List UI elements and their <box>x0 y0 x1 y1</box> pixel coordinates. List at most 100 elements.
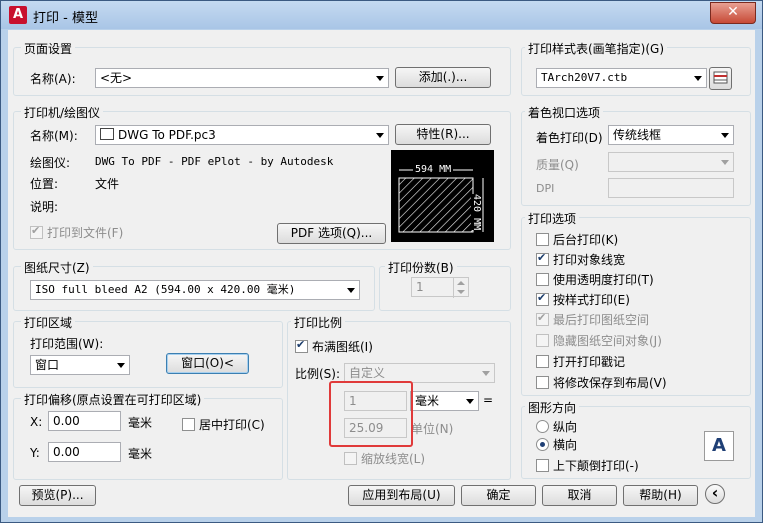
checkbox-box <box>536 311 549 326</box>
checkbox-box <box>536 355 549 368</box>
paper-height-label: 420 MM <box>471 194 482 231</box>
plot-scale-title: 打印比例 <box>291 314 346 331</box>
paper-size-value: ISO full bleed A2 (594.00 x 420.00 毫米) <box>35 283 296 296</box>
scale-select[interactable]: 自定义 <box>344 363 495 383</box>
radio-dot <box>536 420 549 433</box>
collapse-dialog-icon[interactable]: ‹ <box>705 484 725 504</box>
orientation-title: 图形方向 <box>525 399 580 416</box>
plot-style-value: TArch20V7.ctb <box>541 71 628 84</box>
checkbox-box <box>536 459 549 472</box>
fit-to-paper-checkbox[interactable]: 布满图纸(I) <box>295 338 373 355</box>
landscape-radio[interactable]: 横向 <box>536 436 577 453</box>
checkbox-box <box>295 338 308 353</box>
page-setup-name-label: 名称(A): <box>30 72 76 86</box>
portrait-label: 纵向 <box>553 420 578 434</box>
plotter-properties-button[interactable]: 特性(R)... <box>395 124 491 145</box>
pdf-options-button[interactable]: PDF 选项(Q)... <box>277 223 386 244</box>
offset-y-label: Y: <box>30 446 40 460</box>
ok-button[interactable]: 确定 <box>461 485 536 506</box>
preview-button[interactable]: 预览(P)... <box>19 485 96 506</box>
scale-label: 比例(S): <box>295 367 341 381</box>
paper-size-select[interactable]: ISO full bleed A2 (594.00 x 420.00 毫米) <box>30 280 360 300</box>
title-bar[interactable]: A 打印 - 模型 ✕ <box>1 1 762 29</box>
plotter-name-select[interactable]: DWG To PDF.pc3 <box>95 125 389 145</box>
chevron-down-icon <box>372 126 388 144</box>
plot-area-title: 打印区域 <box>21 314 76 331</box>
plot-range-value: 窗口 <box>35 358 60 372</box>
scale-lineweights-checkbox[interactable]: 缩放线宽(L) <box>344 450 425 467</box>
checkbox-box <box>182 418 195 431</box>
cancel-button[interactable]: 取消 <box>542 485 617 506</box>
plot-style-select[interactable]: TArch20V7.ctb <box>536 68 707 88</box>
autocad-app-icon: A <box>9 6 27 24</box>
copies-title: 打印份数(B) <box>385 259 457 276</box>
shade-plot-value: 传统线框 <box>613 128 662 142</box>
center-plot-label: 居中打印(C) <box>199 418 265 432</box>
chevron-down-icon <box>113 356 129 374</box>
plot-to-file-label: 打印到文件(F) <box>47 226 124 240</box>
apply-to-layout-button[interactable]: 应用到布局(U) <box>348 485 455 506</box>
window-title: 打印 - 模型 <box>33 11 98 26</box>
upside-down-checkbox[interactable]: 上下颠倒打印(-) <box>536 457 639 474</box>
plot-paperspace-last-checkbox[interactable]: 最后打印图纸空间 <box>536 311 649 328</box>
close-button[interactable]: ✕ <box>710 2 756 24</box>
select-window-button[interactable]: 窗口(O)< <box>166 353 249 374</box>
chevron-down-icon <box>462 392 478 410</box>
copies-input[interactable]: 1 <box>411 277 469 298</box>
chevron-down-icon <box>478 364 494 382</box>
scale-value: 自定义 <box>349 366 386 380</box>
plot-offset-title: 打印偏移(原点设置在可打印区域) <box>21 391 205 408</box>
plot-range-select[interactable]: 窗口 <box>30 355 130 375</box>
plotter-name-label: 名称(M): <box>30 129 78 143</box>
page-setup-name-select[interactable]: <无> <box>95 68 389 88</box>
plot-lineweights-checkbox[interactable]: 打印对象线宽 <box>536 251 625 268</box>
quality-select[interactable] <box>608 152 734 172</box>
page-setup-name-value: <无> <box>100 71 133 85</box>
paper-preview: 594 MM 420 MM <box>391 150 494 242</box>
center-plot-checkbox[interactable]: 居中打印(C) <box>182 416 265 433</box>
scale-unit-select[interactable]: 毫米 <box>410 391 479 411</box>
hide-paperspace-objects-checkbox[interactable]: 隐藏图纸空间对象(J) <box>536 332 662 349</box>
edit-plot-style-button[interactable] <box>709 67 732 90</box>
checkbox-box <box>536 233 549 246</box>
paper-size-title: 图纸尺寸(Z) <box>21 259 93 276</box>
shade-plot-select[interactable]: 传统线框 <box>608 125 734 145</box>
highlight-annotation <box>329 381 413 447</box>
portrait-radio[interactable]: 纵向 <box>536 418 577 435</box>
add-page-setup-button[interactable]: 添加(.)... <box>395 67 491 88</box>
option-label: 使用透明度打印(T) <box>553 273 654 287</box>
option-label: 最后打印图纸空间 <box>553 313 650 327</box>
checkbox-box <box>344 452 357 465</box>
scale-units-label: 单位(N) <box>411 422 454 436</box>
offset-x-label: X: <box>30 415 43 429</box>
fit-to-paper-label: 布满图纸(I) <box>312 340 373 354</box>
option-label: 打开打印戳记 <box>553 355 626 369</box>
landscape-label: 横向 <box>553 438 578 452</box>
offset-x-input[interactable]: 0.00 <box>48 411 121 431</box>
background-plot-checkbox[interactable]: 后台打印(K) <box>536 231 618 248</box>
offset-x-value: 0.00 <box>53 414 80 428</box>
plotter-name-value: DWG To PDF.pc3 <box>118 128 216 142</box>
chevron-down-icon <box>690 69 706 87</box>
plot-to-file-checkbox[interactable]: 打印到文件(F) <box>30 224 123 241</box>
shade-plot-label: 着色打印(D) <box>536 131 603 145</box>
plot-transparency-checkbox[interactable]: 使用透明度打印(T) <box>536 271 654 288</box>
offset-x-unit: 毫米 <box>128 416 153 430</box>
plot-stamp-checkbox[interactable]: 打开打印戳记 <box>536 353 625 370</box>
help-button[interactable]: 帮助(H) <box>623 485 698 506</box>
plotter-device-label: 绘图仪: <box>30 156 71 170</box>
option-label: 后台打印(K) <box>553 233 619 247</box>
checkbox-box <box>536 376 549 389</box>
option-label: 隐藏图纸空间对象(J) <box>553 334 662 348</box>
spinner-arrows-icon[interactable] <box>453 278 468 298</box>
dpi-input[interactable] <box>608 178 734 198</box>
plot-with-styles-checkbox[interactable]: 按样式打印(E) <box>536 291 630 308</box>
option-label: 按样式打印(E) <box>553 293 630 307</box>
plotter-location-value: 文件 <box>95 177 120 191</box>
chevron-down-icon <box>372 69 388 87</box>
checkbox-box <box>30 224 43 239</box>
offset-y-input[interactable]: 0.00 <box>48 442 121 462</box>
save-changes-to-layout-checkbox[interactable]: 将修改保存到布局(V) <box>536 374 667 391</box>
plot-style-title: 打印样式表(画笔指定)(G) <box>525 40 668 57</box>
chevron-down-icon <box>717 153 733 171</box>
